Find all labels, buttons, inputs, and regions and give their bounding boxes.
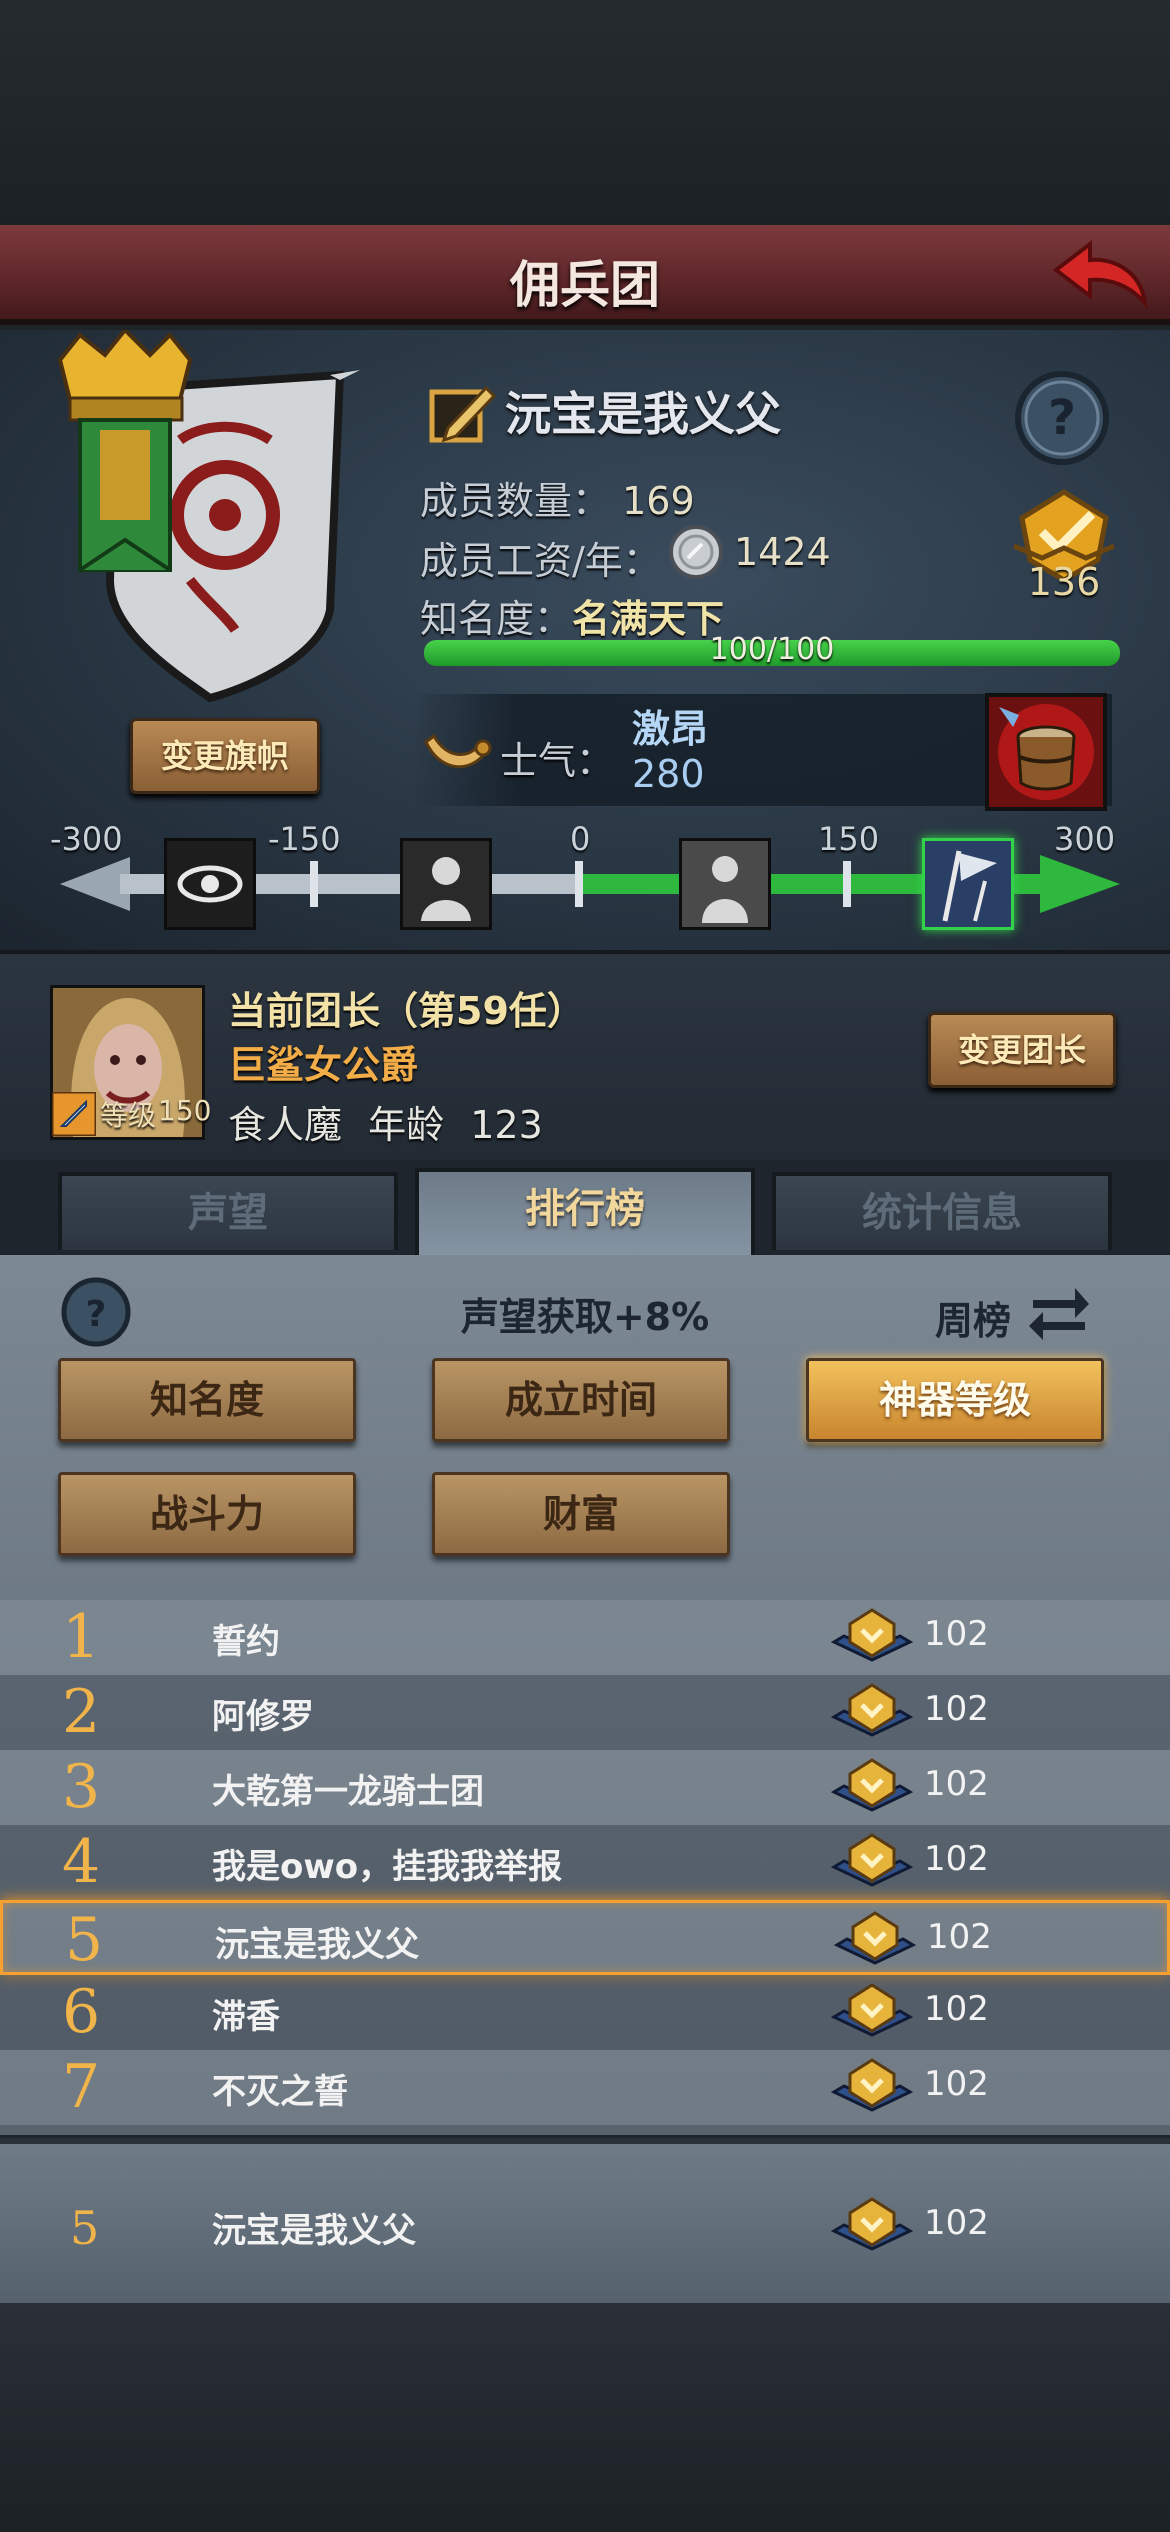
tab-reputation[interactable]: 声望 (58, 1172, 398, 1250)
bottom-safe-area (0, 2303, 1170, 2532)
artifact-level-value: 102 (924, 1989, 989, 2029)
my-rank-value: 102 (924, 2203, 989, 2243)
tab-leaderboard[interactable]: 排行榜 (415, 1168, 755, 1263)
horn-icon (420, 722, 492, 782)
artifact-level-icon (830, 1756, 914, 1820)
age-value: 123 (470, 1103, 543, 1147)
morale-level-banner-icon[interactable] (922, 838, 1014, 930)
tick-label: -150 (268, 820, 341, 858)
change-leader-button[interactable]: 变更团长 (928, 1012, 1116, 1088)
artifact-level-icon (833, 1909, 917, 1973)
rank-number: 1 (62, 1602, 101, 1672)
rank-number: 5 (65, 1905, 104, 1975)
my-rank-name: 沅宝是我义父 (212, 2211, 416, 2251)
edit-name-icon[interactable] (428, 378, 498, 444)
artifact-level-value: 102 (924, 1689, 989, 1729)
leaderboard-row[interactable]: 4 我是owo，挂我我举报 102 (0, 1825, 1170, 1900)
tick-label: 0 (570, 820, 591, 858)
leader-info: 食人魔 年龄 123 (228, 1094, 543, 1149)
artifact-level-value: 102 (927, 1917, 992, 1957)
top-safe-area (0, 0, 1170, 225)
rank-number: 2 (62, 1677, 101, 1747)
my-rank-bar: 5 沅宝是我义父 102 (0, 2138, 1170, 2303)
tick-label: -300 (50, 820, 123, 858)
morale-level-eye-icon[interactable] (164, 838, 256, 930)
leaderboard-list[interactable]: 1 誓约 102 2 阿修罗 102 3 大乾第一龙骑士团 102 4 我是owo，挂我我举报 102… (0, 1600, 1170, 2135)
salary-value: 1424 (734, 530, 831, 574)
guild-name-cell: 我是owo，挂我我举报 (212, 1847, 563, 1887)
guild-name: 沅宝是我义父 (505, 387, 781, 441)
help-icon[interactable]: ? (1012, 368, 1112, 468)
filter-combat-power-button[interactable]: 战斗力 (58, 1472, 356, 1556)
filter-wealth-button[interactable]: 财富 (432, 1472, 730, 1556)
period-label[interactable]: 周榜 (935, 1290, 1011, 1345)
filter-artifact-level-button[interactable]: 神器等级 (806, 1358, 1104, 1442)
guild-name-cell: 誓约 (212, 1622, 280, 1662)
filter-fame-button[interactable]: 知名度 (58, 1358, 356, 1442)
my-rank-number: 5 (70, 2201, 100, 2255)
leaderboard-row[interactable]: 5 沅宝是我义父 102 (0, 1900, 1170, 1975)
tab-statistics[interactable]: 统计信息 (772, 1172, 1112, 1250)
artifact-level-icon (830, 1606, 914, 1670)
page-title: 佣兵团 (510, 256, 660, 314)
fame-progress-text: 100/100 (709, 632, 835, 667)
back-arrow-icon[interactable] (1050, 228, 1160, 318)
rank-number: 7 (62, 2052, 101, 2122)
salary-label: 成员工资/年： (420, 539, 661, 583)
artifact-level-icon (830, 2195, 914, 2259)
leaderboard-row[interactable]: 3 大乾第一龙骑士团 102 (0, 1750, 1170, 1825)
artifact-level-icon (830, 2056, 914, 2120)
guild-name-cell: 沅宝是我义父 (215, 1925, 419, 1965)
filter-founding-time-button[interactable]: 成立时间 (432, 1358, 730, 1442)
leader-race: 食人魔 (228, 1103, 343, 1147)
level-label: 等级 (100, 1099, 157, 1132)
leaderboard-row[interactable]: 1 誓约 102 (0, 1600, 1170, 1675)
tick-label: 300 (1054, 820, 1116, 858)
silver-coin-icon (668, 524, 724, 580)
artifact-level-value: 102 (924, 2064, 989, 2104)
leader-name: 巨鲨女公爵 (228, 1043, 419, 1087)
guild-name-cell: 大乾第一龙骑士团 (212, 1772, 484, 1812)
my-rank-row[interactable]: 5 沅宝是我义父 102 (0, 2189, 1170, 2264)
guild-name-cell: 阿修罗 (212, 1697, 314, 1737)
rank-number: 6 (62, 1977, 101, 2047)
age-label: 年龄 (368, 1103, 445, 1147)
level-value: 150 (158, 1094, 212, 1127)
svg-text:?: ? (1048, 390, 1076, 446)
artifact-level-value: 102 (924, 1764, 989, 1804)
artifact-level-icon (830, 1831, 914, 1895)
leaderboard-row[interactable]: 6 滞香 102 (0, 1975, 1170, 2050)
tick-label: 150 (818, 820, 880, 858)
morale-label: 士气： (500, 739, 615, 783)
rank-number: 4 (62, 1827, 101, 1897)
members-label: 成员数量： (420, 479, 611, 523)
morale-level-calm-icon[interactable] (679, 838, 771, 930)
barrel-icon[interactable] (985, 693, 1107, 811)
guild-name-cell: 不灭之誓 (212, 2072, 348, 2112)
leader-title: 当前团长（第59任） (228, 989, 585, 1033)
salary-row: 成员工资/年： (420, 530, 661, 585)
guild-name-cell: 滞香 (212, 1997, 280, 2037)
artifact-level-icon (830, 1681, 914, 1745)
leaderboard-row[interactable]: 7 不灭之誓 102 (0, 2050, 1170, 2125)
guild-rank-value: 136 (1027, 560, 1101, 604)
morale-state: 激昂 (632, 707, 709, 751)
swap-arrows-icon[interactable] (1027, 1278, 1091, 1344)
members-value: 169 (622, 479, 695, 523)
artifact-level-value: 102 (924, 1614, 989, 1654)
members-row: 成员数量： 169 (420, 470, 695, 525)
rank-number: 3 (62, 1752, 101, 1822)
guild-emblem[interactable] (40, 327, 370, 710)
morale-value: 280 (632, 752, 705, 796)
artifact-level-value: 102 (924, 1839, 989, 1879)
leader-level: 等级 150 (50, 1090, 211, 1138)
leaderboard-row[interactable]: 2 阿修罗 102 (0, 1675, 1170, 1750)
change-flag-button[interactable]: 变更旗帜 (130, 718, 320, 794)
morale-level-despair-icon[interactable] (400, 838, 492, 930)
artifact-level-icon (830, 1981, 914, 2045)
sword-icon (52, 1092, 96, 1136)
